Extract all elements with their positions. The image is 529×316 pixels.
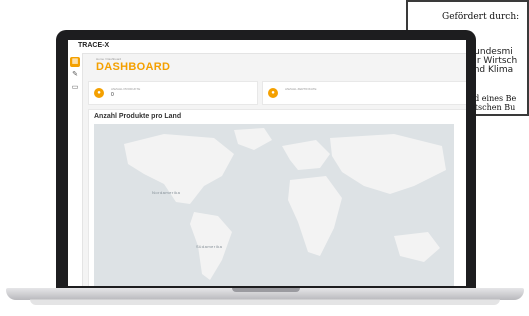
page-title: DASHBOARD: [96, 61, 171, 73]
sidebar: ▦ ✎ ▭: [68, 53, 83, 286]
app-header: TRACE-X: [68, 40, 466, 54]
sidebar-item-folder[interactable]: ▭: [70, 83, 80, 93]
card-label: ANZAHL ZERTIFIKATE: [285, 87, 317, 91]
map-panel: Anzahl Produkte pro Land Nordamerika Süd…: [88, 109, 466, 286]
world-map[interactable]: Nordamerika Südamerika: [94, 124, 454, 286]
funding-heading: Gefördert durch:: [442, 12, 520, 22]
sidebar-item-dashboard[interactable]: ▦: [70, 57, 80, 67]
card-value: 0: [111, 92, 114, 98]
laptop-screen: TRACE-X ▦ ✎ ▭ Home / Dashboard DASHBOARD…: [68, 40, 466, 286]
map-label-north-america: Nordamerika: [152, 190, 181, 195]
map-title: Anzahl Produkte pro Land: [94, 113, 182, 120]
car-icon: ●: [268, 88, 278, 98]
card-label: ANZAHL PRODUKTE: [111, 87, 141, 91]
sidebar-item-tools[interactable]: ✎: [70, 70, 80, 80]
stat-card-certificates[interactable]: ● ANZAHL ZERTIFIKATE: [262, 81, 466, 105]
map-label-south-america: Südamerika: [196, 244, 223, 249]
brand-logo[interactable]: TRACE-X: [78, 42, 109, 49]
world-map-shapes: [94, 124, 454, 286]
car-icon: ●: [94, 88, 104, 98]
laptop-notch: [232, 288, 300, 292]
dashboard-icon: ▦: [71, 58, 79, 65]
stat-card-products[interactable]: ● ANZAHL PRODUKTE 0: [88, 81, 258, 105]
main-content: Home / Dashboard DASHBOARD ● ANZAHL PROD…: [88, 55, 466, 286]
laptop-shadow: [30, 299, 500, 305]
folder-icon: ▭: [71, 84, 79, 91]
wrench-icon: ✎: [72, 71, 78, 78]
